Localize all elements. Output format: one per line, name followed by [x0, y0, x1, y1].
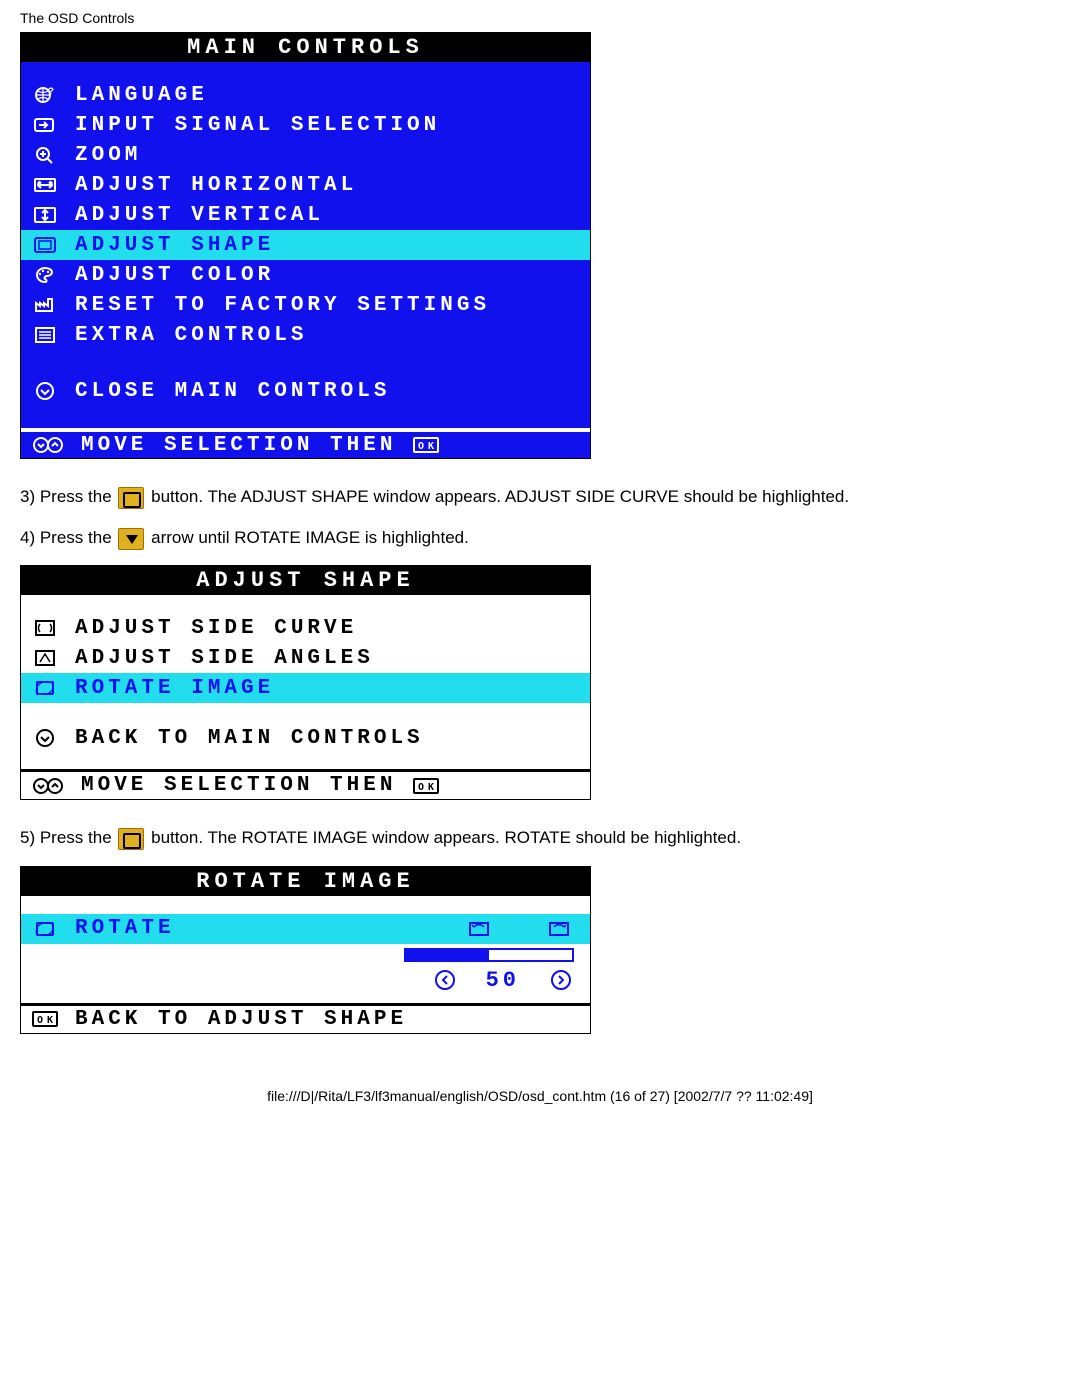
footer-label-shape: MOVE SELECTION THEN	[81, 774, 396, 797]
shape-item-adjust-side-angles[interactable]: ADJUST SIDE ANGLES	[21, 643, 590, 673]
palette-icon	[29, 264, 61, 286]
menu-label: EXTRA CONTROLS	[75, 324, 307, 347]
back-label: BACK TO MAIN CONTROLS	[75, 727, 424, 750]
rot-right-icon	[544, 919, 574, 939]
text-3a: 3) Press the	[20, 487, 116, 506]
rotate-label: ROTATE	[75, 917, 175, 940]
menu-item-extra-controls[interactable]: EXTRA CONTROLS	[21, 320, 590, 350]
value-row: 50	[21, 966, 590, 1003]
input-arrow-icon	[29, 114, 61, 136]
osd-footer-rotate: BACK TO ADJUST SHAPE	[21, 1003, 590, 1033]
osd-rotate-image: ROTATE IMAGE ROTATE 50 BACK TO ADJUST SH…	[20, 866, 591, 1034]
list-icon	[29, 324, 61, 346]
menu-label: ADJUST VERTICAL	[75, 204, 324, 227]
osd-footer-shape: MOVE SELECTION THEN	[21, 769, 590, 799]
updown-circ-icon	[29, 775, 67, 797]
menu-label: ZOOM	[75, 144, 141, 167]
instruction-5: 5) Press the button. The ROTATE IMAGE wi…	[20, 824, 1060, 851]
lr-arrows-icon	[29, 174, 61, 196]
factory-icon	[29, 294, 61, 316]
shape-label: ADJUST SIDE CURVE	[75, 617, 357, 640]
menu-item-reset-to-factory-settings[interactable]: RESET TO FACTORY SETTINGS	[21, 290, 590, 320]
magnify-plus-icon	[29, 144, 61, 166]
menu-label: INPUT SIGNAL SELECTION	[75, 114, 440, 137]
footer-path: file:///D|/Rita/LF3/lf3manual/english/OS…	[20, 1088, 1060, 1104]
menu-item-adjust-color[interactable]: ADJUST COLOR	[21, 260, 590, 290]
rotate-screen-icon	[29, 918, 61, 940]
close-label: CLOSE MAIN CONTROLS	[75, 380, 390, 403]
left-circ-icon[interactable]	[434, 969, 456, 991]
rotate-screen-icon	[29, 677, 61, 699]
shape-item-rotate-image[interactable]: ROTATE IMAGE	[21, 673, 590, 703]
slider-row	[21, 944, 590, 966]
page-header: The OSD Controls	[20, 10, 1060, 26]
ok-button-icon	[118, 828, 144, 850]
updown-circ-icon	[29, 434, 67, 456]
osd-footer: MOVE SELECTION THEN	[21, 428, 590, 458]
text-5a: 5) Press the	[20, 828, 116, 847]
menu-label: ADJUST SHAPE	[75, 234, 274, 257]
menu-label: ADJUST HORIZONTAL	[75, 174, 357, 197]
shape-label: ROTATE IMAGE	[75, 677, 274, 700]
down-button-icon	[118, 528, 144, 550]
side-curve-icon	[29, 617, 61, 639]
menu-item-adjust-vertical[interactable]: ADJUST VERTICAL	[21, 200, 590, 230]
ok-button-icon	[118, 487, 144, 509]
menu-item-input-signal-selection[interactable]: INPUT SIGNAL SELECTION	[21, 110, 590, 140]
slider-bar[interactable]	[404, 948, 574, 962]
instruction-4: 4) Press the arrow until ROTATE IMAGE is…	[20, 524, 1060, 551]
back-to-main[interactable]: BACK TO MAIN CONTROLS	[21, 723, 590, 753]
right-circ-icon[interactable]	[550, 969, 572, 991]
osd-main-controls: MAIN CONTROLS LANGUAGE INPUT SIGNAL SELEC…	[20, 32, 591, 459]
menu-label: LANGUAGE	[75, 84, 208, 107]
ok-box-icon	[29, 1008, 61, 1030]
footer-label: MOVE SELECTION THEN	[81, 434, 396, 457]
close-main-controls[interactable]: CLOSE MAIN CONTROLS	[21, 376, 590, 406]
text-5b: button. The ROTATE IMAGE window appears.…	[151, 828, 741, 847]
shape-label: ADJUST SIDE ANGLES	[75, 647, 374, 670]
menu-item-zoom[interactable]: ZOOM	[21, 140, 590, 170]
globe-q-icon	[29, 84, 61, 106]
rot-left-icon	[464, 919, 494, 939]
text-4a: 4) Press the	[20, 528, 116, 547]
ud-arrows-icon	[29, 204, 61, 226]
menu-item-adjust-shape[interactable]: ADJUST SHAPE	[21, 230, 590, 260]
slider-fill	[406, 950, 489, 960]
down-circ-icon	[29, 380, 61, 402]
footer-label-rotate: BACK TO ADJUST SHAPE	[75, 1008, 407, 1031]
shape-item-adjust-side-curve[interactable]: ADJUST SIDE CURVE	[21, 613, 590, 643]
shape-screen-icon	[29, 234, 61, 256]
text-4b: arrow until ROTATE IMAGE is highlighted.	[151, 528, 469, 547]
ok-box-icon	[412, 777, 440, 795]
down-circ-icon	[29, 727, 61, 749]
menu-item-adjust-horizontal[interactable]: ADJUST HORIZONTAL	[21, 170, 590, 200]
osd-title: MAIN CONTROLS	[21, 33, 590, 62]
osd-title-adjust-shape: ADJUST SHAPE	[21, 566, 590, 595]
osd-adjust-shape: ADJUST SHAPE ADJUST SIDE CURVE ADJUST SID…	[20, 565, 591, 800]
menu-label: ADJUST COLOR	[75, 264, 274, 287]
rotate-item[interactable]: ROTATE	[21, 914, 590, 944]
ok-box-icon	[412, 436, 440, 454]
osd-title-rotate: ROTATE IMAGE	[21, 867, 590, 896]
text-3b: button. The ADJUST SHAPE window appears.…	[151, 487, 849, 506]
rotate-value: 50	[486, 968, 520, 993]
menu-label: RESET TO FACTORY SETTINGS	[75, 294, 490, 317]
menu-item-language[interactable]: LANGUAGE	[21, 80, 590, 110]
instruction-3: 3) Press the button. The ADJUST SHAPE wi…	[20, 483, 1060, 510]
side-angle-icon	[29, 647, 61, 669]
